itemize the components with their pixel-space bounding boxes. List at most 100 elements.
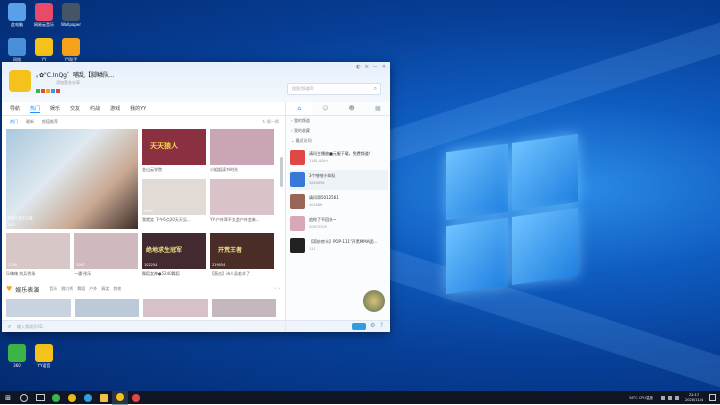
channel-avatar — [290, 194, 305, 209]
cpu-temp: 58°C CPU温度 — [629, 395, 653, 400]
home-icon[interactable]: ⌂ — [286, 102, 313, 115]
right-panel-tabs: ⌂ ☺ ☻ ▦ — [286, 102, 390, 116]
ime-tray-icon[interactable] — [675, 395, 680, 400]
recent-channel-row[interactable]: 追你了不回头~ 20673209 — [289, 214, 388, 234]
panel-footer: ⚙ ? — [286, 320, 390, 332]
live-tile[interactable]: 绝地求生冠军 102254 舞蹈女神●5240舞蹈 — [142, 233, 206, 279]
content-scrollbar[interactable] — [280, 157, 283, 187]
settings-icon[interactable]: ⚙ — [370, 322, 375, 329]
section-tag[interactable]: 搞笑 — [101, 286, 109, 292]
tile-caption: YY-户外哥不太会户外会来... — [210, 217, 260, 222]
channel-stats: 1161,00k+ — [309, 159, 329, 163]
notification-icon[interactable] — [709, 394, 716, 401]
taskbar-media[interactable] — [128, 391, 144, 404]
live-tile[interactable]: 天天狼人 金山云学院 — [142, 129, 206, 175]
recent-channel-row[interactable]: 3个哈哈小伙队 2864698 — [289, 170, 388, 190]
hero-tile[interactable]: 网易云音乐主播 229 — [6, 129, 138, 229]
skin-icon[interactable]: ◐ — [356, 64, 360, 70]
my-channels-link[interactable]: › 我的频道 — [286, 116, 390, 126]
user-avatar[interactable] — [9, 70, 31, 92]
channel-avatar — [290, 150, 305, 165]
live-tile[interactable]: 5663 我就笑 下午6点20天天见... — [142, 179, 206, 225]
username[interactable]: ｡✿"C.InQg゛哺乱【脚鳞队... — [36, 70, 115, 79]
taskbar-folder[interactable] — [96, 391, 112, 404]
user-signature[interactable]: 添加签名分享 — [56, 80, 80, 86]
tab-entertainment[interactable]: 娱乐 — [50, 105, 60, 112]
search-button[interactable] — [16, 391, 32, 404]
yy-voice-icon — [35, 344, 53, 362]
tab-match[interactable]: 约战 — [90, 105, 100, 112]
close-icon[interactable]: ✕ — [382, 64, 386, 70]
search-icon[interactable]: ⌕ — [374, 85, 377, 93]
preview-thumb[interactable] — [74, 299, 139, 317]
recent-channel-row[interactable]: 【奇妙房卡】POP-111"开黑MMA团... 111 — [289, 236, 388, 256]
channel-title: 3个哈哈小伙队 — [309, 173, 336, 178]
taskbar-360[interactable] — [48, 391, 64, 404]
desktop-icon-yy-helper[interactable]: YY助手 — [54, 38, 88, 62]
task-view-button[interactable] — [32, 391, 48, 404]
yy-icon — [35, 38, 53, 56]
search-input[interactable]: 搜索/频道ID — [292, 86, 314, 92]
tab-nav[interactable]: 导航 — [10, 105, 20, 112]
minimize-icon[interactable]: — — [373, 64, 378, 70]
clock[interactable]: 22:17 2020/11/4 — [685, 393, 703, 402]
live-tile[interactable]: YY-户外哥不太会户外会来... — [210, 179, 274, 225]
system-tray — [661, 395, 680, 400]
hero-caption: 网易云音乐主播 — [8, 216, 33, 220]
recent-channel-row[interactable]: 请问主播放■元服下载，免费频道! 1161,00k+ — [289, 148, 388, 168]
channel-title: 追你了不回头~ — [309, 217, 337, 222]
taskbar-chrome[interactable] — [64, 391, 80, 404]
tile-views: 219054 — [212, 263, 226, 267]
channel-stats: 111 — [309, 247, 316, 251]
subtab-looks[interactable]: 颜值推荐 — [42, 119, 58, 125]
tile-overlay-text: 开荒王者 — [218, 247, 243, 254]
subtab-latest[interactable]: 最新 — [26, 119, 34, 125]
tab-my-yy[interactable]: 我的YY — [130, 105, 146, 112]
search-box[interactable]: 搜索/频道ID ⌕ — [287, 83, 381, 95]
section-tag[interactable]: 脱口秀 — [61, 286, 73, 292]
start-button[interactable]: ⊞ — [0, 391, 16, 404]
tile-caption: 一遇·彤乐 — [74, 271, 92, 276]
contacts-icon[interactable]: ☺ — [312, 102, 338, 115]
live-tile[interactable]: 小姐姐读书时光 — [210, 129, 274, 175]
chat-icon[interactable] — [352, 323, 366, 330]
computer-icon — [8, 3, 26, 21]
section-tag[interactable]: 户外 — [89, 286, 97, 292]
tile-caption: 乐嗨嗨 刘兵秀场 — [6, 271, 36, 276]
group-icon[interactable]: ☻ — [339, 102, 365, 115]
live-tile[interactable]: 1794 乐嗨嗨 刘兵秀场 — [6, 233, 70, 279]
network-tray-icon[interactable] — [661, 395, 666, 400]
taskbar-yy[interactable] — [112, 390, 128, 405]
section-tag[interactable]: 其他 — [113, 286, 121, 292]
bottom-search-input[interactable]: 输入频道号/ID — [17, 324, 43, 330]
live-tile[interactable]: 开荒王者 219054 【直击】诗人吴若羊了 — [210, 233, 274, 279]
live-tile[interactable]: 3067 一遇·彤乐 — [74, 233, 138, 279]
window-header: ｡✿"C.InQg゛哺乱【脚鳞队... 添加签名分享 搜索/频道ID ⌕ ◐ ≡… — [2, 62, 390, 102]
preview-thumb[interactable] — [211, 299, 276, 317]
section-tag[interactable]: 音乐 — [49, 286, 57, 292]
pager-arrows[interactable]: ‹ › — [274, 286, 280, 292]
my-favorites-link[interactable]: › 我的收藏 — [286, 126, 390, 136]
section-tag[interactable]: 舞蹈 — [77, 286, 85, 292]
tile-caption: 小姐姐读书时光 — [210, 167, 238, 172]
desktop-icon-yy-voice[interactable]: YY语音 — [27, 344, 61, 368]
recent-visits-link[interactable]: ⌄ 最近访问 — [286, 136, 390, 146]
refresh-button[interactable]: ↻ 换一换 — [262, 119, 279, 125]
main-tabs: 导航 热门 娱乐 交友 约战 游戏 我的YY — [2, 102, 285, 116]
preview-thumb[interactable] — [143, 299, 208, 317]
tab-hot[interactable]: 热门 — [30, 105, 41, 113]
preview-thumb[interactable] — [6, 299, 71, 317]
taskbar-edge[interactable] — [80, 391, 96, 404]
assistant-avatar[interactable] — [363, 290, 385, 312]
volume-tray-icon[interactable] — [668, 395, 673, 400]
recent-channel-row[interactable]: 请问哥5012561 401686 — [289, 192, 388, 212]
heart-icon: ♥ — [6, 285, 13, 293]
help-icon[interactable]: ? — [380, 322, 383, 329]
menu-icon[interactable]: ≡ — [365, 64, 369, 70]
tab-social[interactable]: 交友 — [70, 105, 80, 112]
clock-date: 2020/11/4 — [685, 397, 703, 402]
subtab-hot[interactable]: 热门 — [10, 119, 18, 125]
tab-games[interactable]: 游戏 — [110, 105, 120, 112]
desktop-icon-wallpaper[interactable]: Wallpaper — [54, 3, 88, 27]
apps-icon[interactable]: ▦ — [365, 102, 390, 115]
